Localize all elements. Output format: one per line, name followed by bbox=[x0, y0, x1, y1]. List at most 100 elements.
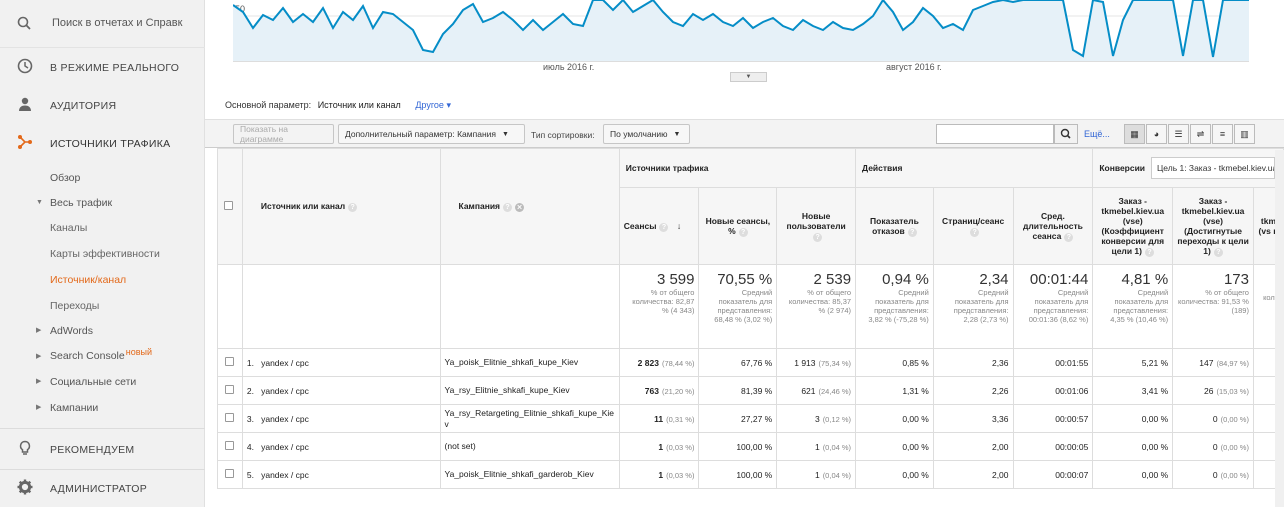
view-performance-icon[interactable]: ☰ bbox=[1168, 124, 1189, 144]
goal-select[interactable]: Цель 1: Заказ - tkmebel.kiev.ua bbox=[1151, 157, 1275, 179]
sidebar-item-realtime[interactable]: В РЕЖИМЕ РЕАЛЬНОГО bbox=[0, 49, 205, 87]
primary-dimension-label: Основной параметр: bbox=[225, 100, 312, 110]
collapsed-triangle-icon: ▶ bbox=[36, 353, 42, 360]
other-dimension-link[interactable]: Другое ▾ bbox=[415, 100, 451, 110]
area-fill bbox=[233, 0, 1249, 61]
view-pie-icon[interactable]: ◕ bbox=[1146, 124, 1167, 144]
sidebar-item-recommend[interactable]: РЕКОМЕНДУЕМ bbox=[0, 431, 205, 469]
sidebar-label: АУДИТОРИЯ bbox=[50, 100, 117, 112]
help-icon[interactable]: ? bbox=[813, 232, 823, 242]
sidebar-item-channels[interactable]: Каналы bbox=[50, 222, 87, 234]
sidebar-item-audience[interactable]: АУДИТОРИЯ bbox=[0, 87, 205, 125]
help-icon[interactable]: ? bbox=[503, 203, 513, 212]
sessions-cell: 11 (0,31 %) bbox=[618, 404, 700, 433]
table-row[interactable]: 3. yandex / cpc Ya_rsy_Retargeting_Elitni… bbox=[217, 404, 1284, 433]
new-users-cell: 621 (24,46 %) bbox=[776, 376, 857, 405]
row-checkbox[interactable] bbox=[225, 441, 235, 450]
sidebar-item-admin[interactable]: АДМИНИСТРАТОР bbox=[0, 470, 205, 508]
header-source[interactable]: Источник или канал? bbox=[241, 148, 441, 265]
header-campaign[interactable]: Кампания? ⨯ bbox=[439, 148, 620, 265]
help-icon[interactable]: ? bbox=[348, 203, 358, 212]
campaign-link[interactable]: Ya_poisk_Elitnie_shkafi_garderob_Kiev bbox=[445, 469, 594, 479]
select-all-checkbox[interactable] bbox=[224, 201, 233, 210]
view-table-icon[interactable]: ▦ bbox=[1124, 124, 1145, 144]
sidebar-item-all-traffic[interactable]: Весь трафик bbox=[50, 197, 112, 209]
campaign-link[interactable]: Ya_rsy_Retargeting_Elitnie_shkafi_kupe_K… bbox=[445, 408, 614, 429]
totals-new-users: 2 539% от общего количества: 85,37 % (2 … bbox=[776, 264, 857, 349]
source-cell: 5. yandex / cpc bbox=[241, 460, 441, 489]
header-sessions[interactable]: Сеансы? ↓ bbox=[618, 187, 700, 265]
table-search-button[interactable] bbox=[1054, 124, 1078, 144]
sidebar-item-treemaps[interactable]: Карты эффективности bbox=[50, 248, 160, 260]
header-duration[interactable]: Сред. длительность сеанса? bbox=[1012, 187, 1094, 265]
row-checkbox[interactable] bbox=[225, 357, 235, 366]
table-row[interactable]: 2. yandex / cpc Ya_rsy_Elitnie_shkafi_kup… bbox=[217, 376, 1284, 405]
help-icon[interactable]: ? bbox=[1064, 232, 1074, 242]
help-icon[interactable]: ? bbox=[1213, 247, 1223, 257]
header-conv-rate[interactable]: Заказ - tkmebel.kiev.ua (vse) (Коэффицие… bbox=[1092, 187, 1174, 265]
horizontal-scrollbar[interactable] bbox=[1275, 150, 1284, 507]
source-link[interactable]: yandex / cpc bbox=[261, 470, 309, 480]
remove-dimension-icon[interactable]: ⨯ bbox=[515, 203, 525, 212]
source-link[interactable]: yandex / cpc bbox=[261, 386, 309, 396]
source-link[interactable]: yandex / cpc bbox=[261, 442, 309, 452]
header-bounce[interactable]: Показатель отказов? bbox=[855, 187, 934, 265]
campaign-link[interactable]: Ya_poisk_Elitnie_shkafi_kupe_Kiev bbox=[445, 357, 579, 367]
primary-dimension-value: Источник или канал bbox=[317, 100, 401, 110]
sidebar-item-overview[interactable]: Обзор bbox=[50, 172, 80, 184]
help-icon[interactable]: ? bbox=[659, 222, 669, 232]
sidebar-item-adwords[interactable]: AdWords bbox=[50, 325, 93, 337]
new-sessions-cell: 67,76 % bbox=[698, 348, 778, 377]
new-users-cell: 1 (0,04 %) bbox=[776, 460, 857, 489]
source-link[interactable]: yandex / cpc bbox=[261, 358, 309, 368]
row-number: 1. bbox=[246, 357, 254, 368]
row-checkbox[interactable] bbox=[225, 385, 235, 394]
row-checkbox[interactable] bbox=[225, 413, 235, 422]
table-row[interactable]: 5. yandex / cpc Ya_poisk_Elitnie_shkafi_g… bbox=[217, 460, 1284, 489]
plot-rows-button[interactable]: Показать на диаграмме bbox=[233, 124, 334, 144]
campaign-link[interactable]: (not set) bbox=[445, 441, 476, 451]
lightbulb-icon bbox=[17, 440, 33, 461]
more-options-link[interactable]: Ещё... bbox=[1084, 129, 1110, 139]
view-pivot-icon[interactable]: ▥ bbox=[1234, 124, 1255, 144]
group-actions: Действия bbox=[855, 148, 1094, 188]
new-sessions-cell: 100,00 % bbox=[698, 460, 778, 489]
header-new-users[interactable]: Новые пользователи? bbox=[776, 187, 857, 265]
sessions-value: 763 bbox=[644, 385, 659, 396]
header-new-sessions[interactable]: Новые сеансы, %? bbox=[698, 187, 778, 265]
help-icon[interactable]: ? bbox=[738, 227, 748, 237]
completions-pct: (84,97 %) bbox=[1216, 358, 1249, 368]
sort-type-label: Тип сортировки: bbox=[531, 130, 595, 140]
sidebar-item-search-console[interactable]: Search Consoleновый bbox=[50, 347, 152, 362]
sidebar-item-social[interactable]: Социальные сети bbox=[50, 376, 136, 388]
sidebar-item-referrals[interactable]: Переходы bbox=[50, 300, 99, 312]
header-completions[interactable]: Заказ - tkmebel.kiev.ua (vse) (Достигнут… bbox=[1172, 187, 1254, 265]
row-checkbox-cell bbox=[217, 432, 243, 461]
main-content: 50 июль 2016 г. август 2016 г. ▼ Основно… bbox=[205, 0, 1284, 507]
table-row[interactable]: 4. yandex / cpc (not set) 1 (0,03 %) 100,00 … bbox=[217, 432, 1284, 461]
table-row[interactable]: 1. yandex / cpc Ya_poisk_Elitnie_shkafi_k… bbox=[217, 348, 1284, 377]
chart-collapse-handle[interactable]: ▼ bbox=[730, 72, 767, 82]
sort-type-select[interactable]: По умолчанию ▼ bbox=[603, 124, 690, 144]
view-term-cloud-icon[interactable]: ≡ bbox=[1212, 124, 1233, 144]
totals-empty bbox=[439, 264, 620, 349]
sidebar-item-source-medium[interactable]: Источник/канал bbox=[50, 274, 126, 286]
sidebar-item-traffic[interactable]: ИСТОЧНИКИ ТРАФИКА bbox=[0, 125, 205, 163]
help-icon[interactable]: ? bbox=[970, 227, 980, 237]
x-axis-label: июль 2016 г. bbox=[543, 62, 595, 72]
help-icon[interactable]: ? bbox=[1144, 247, 1154, 257]
source-link[interactable]: yandex / cpc bbox=[261, 414, 309, 424]
sidebar-item-campaigns[interactable]: Кампании bbox=[50, 402, 98, 414]
header-pages[interactable]: Страниц/сеанс? bbox=[932, 187, 1014, 265]
new-users-value: 1 913 bbox=[794, 357, 816, 368]
sidebar-search[interactable]: Поиск в отчетах и Справк bbox=[0, 0, 205, 48]
duration-cell: 00:00:57 bbox=[1012, 404, 1094, 433]
campaign-link[interactable]: Ya_rsy_Elitnie_shkafi_kupe_Kiev bbox=[445, 385, 570, 395]
sessions-pct: (21,20 %) bbox=[661, 386, 695, 396]
row-checkbox[interactable] bbox=[225, 469, 235, 478]
table-search-input[interactable] bbox=[936, 124, 1054, 144]
help-icon[interactable]: ? bbox=[907, 227, 917, 237]
view-comparison-icon[interactable]: ⇌ bbox=[1190, 124, 1211, 144]
secondary-dimension-select[interactable]: Дополнительный параметр: Кампания ▼ bbox=[338, 124, 525, 144]
person-icon bbox=[17, 96, 33, 117]
